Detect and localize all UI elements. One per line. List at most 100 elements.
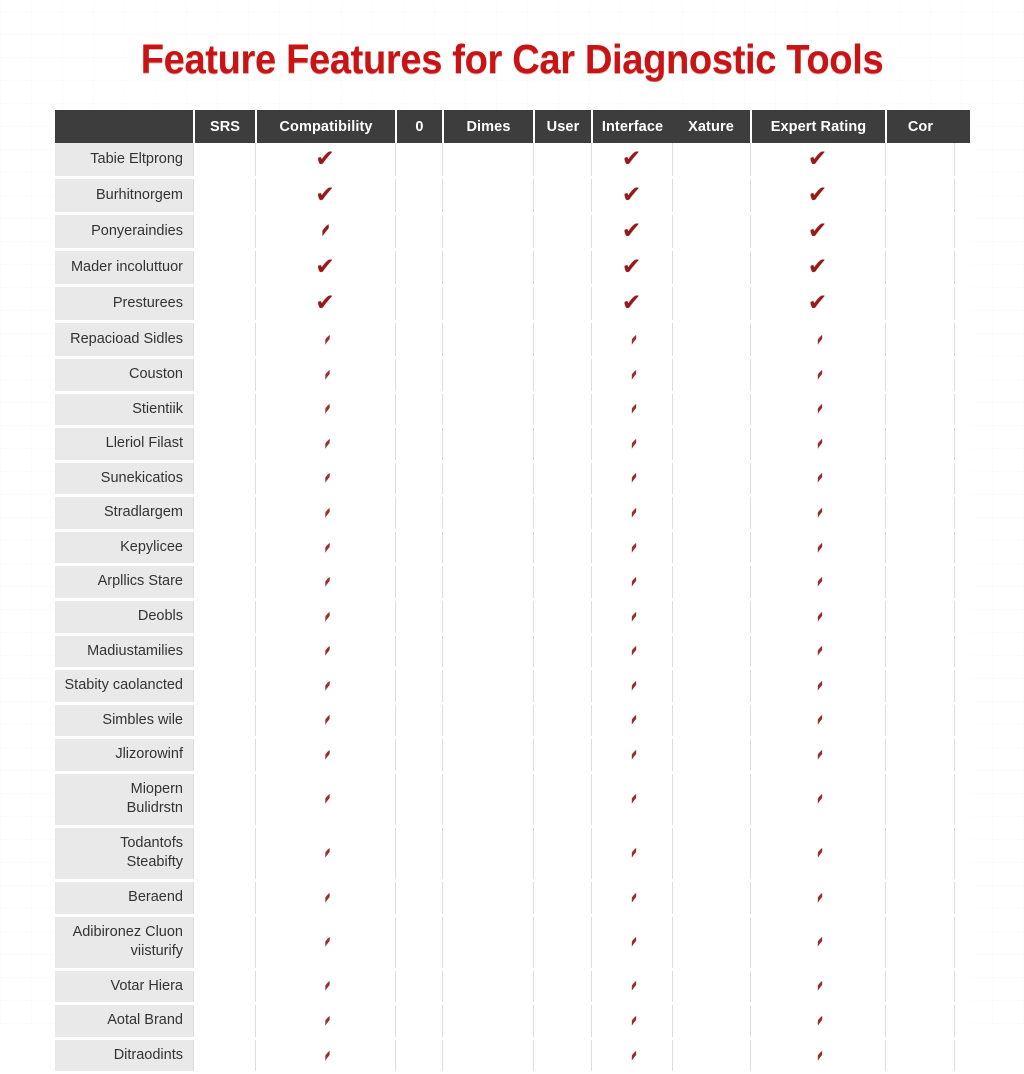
column-header-compatibility[interactable]: Compatibility xyxy=(255,110,395,143)
cell-dimes[interactable] xyxy=(442,215,533,248)
cell-dimes[interactable] xyxy=(442,428,533,460)
cell-dimes[interactable] xyxy=(442,636,533,668)
cell-srs[interactable] xyxy=(193,287,255,320)
cell-expert_rating[interactable]: ✔ xyxy=(750,251,885,284)
cell-interface[interactable]: ✔ xyxy=(591,394,672,426)
cell-xature[interactable] xyxy=(672,463,750,495)
cell-user[interactable] xyxy=(533,323,591,356)
cell-user[interactable] xyxy=(533,179,591,212)
column-header-cor[interactable]: Cor xyxy=(885,110,954,143)
cell-cor[interactable] xyxy=(885,179,954,212)
cell-user[interactable] xyxy=(533,143,591,176)
cell-dimes[interactable] xyxy=(442,251,533,284)
cell-zero[interactable] xyxy=(395,971,442,1003)
table-row[interactable]: Adibironez Cluon viisturify ✔ ✔ ✔ xyxy=(55,916,970,971)
cell-xature[interactable] xyxy=(672,532,750,564)
cell-zero[interactable] xyxy=(395,828,442,879)
table-row[interactable]: Sunekicatios ✔ ✔ ✔ xyxy=(55,462,970,498)
cell-cor[interactable] xyxy=(885,601,954,633)
cell-interface[interactable]: ✔ xyxy=(591,828,672,879)
cell-zero[interactable] xyxy=(395,1005,442,1037)
cell-cor[interactable] xyxy=(885,705,954,737)
cell-zero[interactable] xyxy=(395,359,442,391)
column-header-srs[interactable]: SRS xyxy=(193,110,255,143)
cell-expert_rating[interactable]: ✔ xyxy=(750,601,885,633)
cell-srs[interactable] xyxy=(193,179,255,212)
cell-expert_rating[interactable]: ✔ xyxy=(750,705,885,737)
column-header-interface[interactable]: Interface xyxy=(591,110,672,143)
cell-expert_rating[interactable]: ✔ xyxy=(750,497,885,529)
cell-user[interactable] xyxy=(533,497,591,529)
table-row[interactable]: Aotal Brand ✔ ✔ ✔ xyxy=(55,1005,970,1040)
cell-xature[interactable] xyxy=(672,882,750,914)
column-header-xature[interactable]: Xature xyxy=(672,110,750,143)
cell-expert_rating[interactable]: ✔ xyxy=(750,670,885,702)
cell-expert_rating[interactable]: ✔ xyxy=(750,323,885,356)
table-row[interactable]: Couston ✔ ✔ ✔ xyxy=(55,359,970,394)
cell-zero[interactable] xyxy=(395,882,442,914)
cell-user[interactable] xyxy=(533,917,591,968)
table-row[interactable]: Stientiik ✔ ✔ ✔ xyxy=(55,393,970,429)
cell-xature[interactable] xyxy=(672,705,750,737)
cell-compatibility[interactable]: ✔ xyxy=(255,670,395,702)
cell-interface[interactable]: ✔ xyxy=(591,287,672,320)
cell-user[interactable] xyxy=(533,601,591,633)
cell-cor[interactable] xyxy=(885,428,954,460)
cell-srs[interactable] xyxy=(193,917,255,968)
cell-user[interactable] xyxy=(533,287,591,320)
cell-interface[interactable]: ✔ xyxy=(591,882,672,914)
cell-cor[interactable] xyxy=(885,670,954,702)
cell-zero[interactable] xyxy=(395,143,442,176)
cell-expert_rating[interactable]: ✔ xyxy=(750,636,885,668)
cell-user[interactable] xyxy=(533,705,591,737)
cell-compatibility[interactable]: ✔ xyxy=(255,394,395,426)
table-row[interactable]: Stabity caolancted ✔ ✔ ✔ xyxy=(55,670,970,705)
cell-user[interactable] xyxy=(533,670,591,702)
cell-srs[interactable] xyxy=(193,670,255,702)
cell-zero[interactable] xyxy=(395,670,442,702)
cell-interface[interactable]: ✔ xyxy=(591,705,672,737)
cell-srs[interactable] xyxy=(193,705,255,737)
cell-zero[interactable] xyxy=(395,323,442,356)
table-row[interactable]: Beraend ✔ ✔ ✔ xyxy=(55,882,970,917)
cell-xature[interactable] xyxy=(672,601,750,633)
cell-cor[interactable] xyxy=(885,394,954,426)
cell-cor[interactable] xyxy=(885,774,954,825)
column-header-zero[interactable]: 0 xyxy=(395,110,442,143)
cell-xature[interactable] xyxy=(672,143,750,176)
cell-dimes[interactable] xyxy=(442,705,533,737)
cell-compatibility[interactable]: ✔ xyxy=(255,828,395,879)
cell-compatibility[interactable]: ✔ xyxy=(255,497,395,529)
cell-srs[interactable] xyxy=(193,739,255,771)
cell-srs[interactable] xyxy=(193,323,255,356)
cell-zero[interactable] xyxy=(395,636,442,668)
cell-srs[interactable] xyxy=(193,251,255,284)
cell-srs[interactable] xyxy=(193,359,255,391)
cell-user[interactable] xyxy=(533,428,591,460)
cell-interface[interactable]: ✔ xyxy=(591,636,672,668)
cell-user[interactable] xyxy=(533,394,591,426)
cell-xature[interactable] xyxy=(672,359,750,391)
cell-expert_rating[interactable]: ✔ xyxy=(750,215,885,248)
cell-srs[interactable] xyxy=(193,215,255,248)
cell-compatibility[interactable]: ✔ xyxy=(255,359,395,391)
cell-dimes[interactable] xyxy=(442,287,533,320)
cell-interface[interactable]: ✔ xyxy=(591,670,672,702)
cell-srs[interactable] xyxy=(193,636,255,668)
cell-dimes[interactable] xyxy=(442,917,533,968)
cell-xature[interactable] xyxy=(672,670,750,702)
cell-xature[interactable] xyxy=(672,428,750,460)
cell-interface[interactable]: ✔ xyxy=(591,463,672,495)
cell-expert_rating[interactable]: ✔ xyxy=(750,428,885,460)
cell-dimes[interactable] xyxy=(442,359,533,391)
table-row[interactable]: Todantofs Steabifty ✔ ✔ ✔ xyxy=(55,827,970,882)
cell-user[interactable] xyxy=(533,532,591,564)
cell-compatibility[interactable]: ✔ xyxy=(255,636,395,668)
cell-srs[interactable] xyxy=(193,828,255,879)
cell-interface[interactable]: ✔ xyxy=(591,497,672,529)
cell-user[interactable] xyxy=(533,251,591,284)
cell-expert_rating[interactable]: ✔ xyxy=(750,143,885,176)
cell-xature[interactable] xyxy=(672,1005,750,1037)
cell-compatibility[interactable]: ✔ xyxy=(255,917,395,968)
cell-user[interactable] xyxy=(533,463,591,495)
